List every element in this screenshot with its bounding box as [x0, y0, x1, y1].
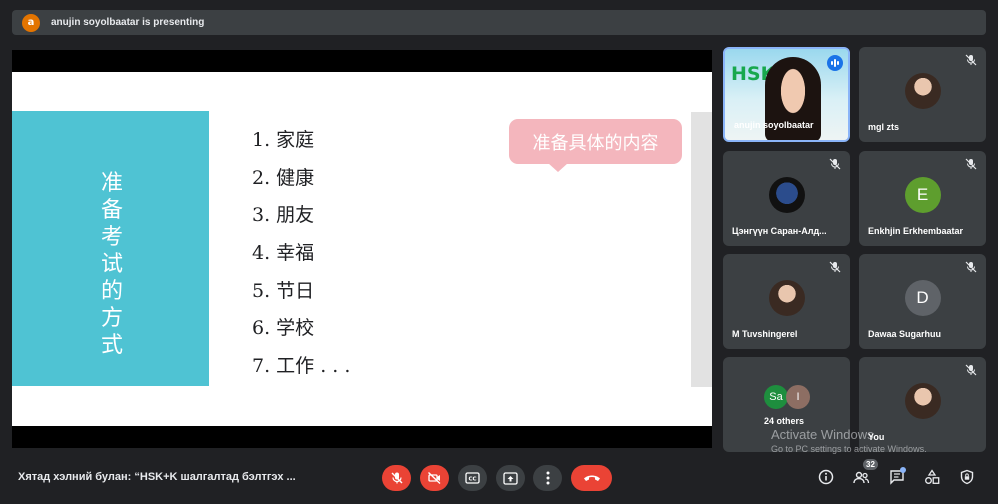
camera-toggle-button[interactable]	[420, 465, 449, 491]
leave-call-button[interactable]	[571, 465, 612, 491]
slide-vertical-title: 准备考试的方式	[100, 171, 123, 358]
slide-list-item: 3. 朋友	[252, 204, 315, 227]
participant-name: anujin soyolbaatar	[734, 120, 814, 130]
meeting-title: Хятад хэлний булан: “HSK+K шалгалтад бэл…	[18, 471, 296, 483]
mic-off-icon	[965, 54, 977, 66]
participant-avatar	[768, 176, 805, 213]
slide-side-panel	[691, 112, 712, 387]
participant-tile[interactable]: Цэнгүүн Саран-Алд...	[723, 151, 850, 246]
participant-tile-speaker[interactable]: HSK anujin soyolbaatar	[723, 47, 850, 142]
slide-list-item: 1. 家庭	[252, 129, 315, 151]
info-icon	[818, 469, 834, 485]
presentation-slide: 准备考试的方式 1. 家庭 2. 健康 3. 朋友 4. 幸福 5. 节日 6.…	[12, 72, 712, 426]
slide-list-item: 7. 工作 . . .	[252, 355, 351, 378]
mic-off-icon	[829, 261, 841, 273]
hang-up-icon	[583, 475, 600, 481]
svg-text:CC: CC	[468, 477, 476, 483]
participant-name: mgl zts	[868, 122, 900, 132]
microphone-toggle-button[interactable]	[382, 465, 411, 491]
mic-off-icon	[965, 364, 977, 376]
speaking-indicator-icon	[827, 55, 843, 71]
camera-off-icon	[428, 471, 441, 485]
participant-avatar: I	[786, 385, 810, 409]
participant-avatar	[904, 72, 941, 109]
captions-icon: CC	[465, 472, 480, 484]
mic-off-icon	[829, 158, 841, 170]
participant-name: Цэнгүүн Саран-Алд...	[732, 226, 827, 236]
mic-off-icon	[391, 472, 402, 484]
participant-tile[interactable]: D Dawaa Sugarhuu	[859, 254, 986, 349]
meeting-control-bar: Хятад хэлний булан: “HSK+K шалгалтад бэл…	[0, 452, 998, 504]
participant-avatar: Sa	[764, 385, 788, 409]
present-screen-icon	[503, 471, 518, 485]
watermark-title: Activate Windows	[771, 427, 874, 442]
captions-button[interactable]: CC	[458, 465, 487, 491]
participant-tile[interactable]: E Enkhjin Erkhembaatar	[859, 151, 986, 246]
presenter-avatar: a	[22, 13, 40, 32]
participant-name: M Tuvshingerel	[732, 329, 798, 339]
present-now-button[interactable]	[496, 465, 525, 491]
more-vert-icon	[546, 471, 549, 485]
meeting-details-button[interactable]	[817, 468, 835, 486]
mic-off-icon	[965, 261, 977, 273]
others-count: 24 others	[764, 416, 805, 426]
participant-tile[interactable]: mgl zts	[859, 47, 986, 142]
chat-notification-dot	[900, 467, 906, 473]
participant-avatar	[904, 382, 941, 419]
presenting-banner: a anujin soyolbaatar is presenting	[12, 10, 986, 35]
slide-list-item: 2. 健康	[252, 166, 315, 189]
participant-avatar: E	[904, 176, 941, 213]
participant-name: Dawaa Sugarhuu	[868, 329, 942, 339]
slide-list-item: 6. 学校	[252, 317, 315, 340]
shared-screen: 准备考试的方式 1. 家庭 2. 健康 3. 朋友 4. 幸福 5. 节日 6.…	[12, 50, 712, 448]
activate-windows-watermark: Activate Windows Go to PC settings to ac…	[771, 427, 927, 454]
people-button[interactable]	[852, 468, 870, 486]
people-icon	[853, 471, 870, 484]
participant-tile[interactable]: M Tuvshingerel	[723, 254, 850, 349]
participant-name: Enkhjin Erkhembaatar	[868, 226, 964, 236]
others-avatars: Sa I	[764, 385, 810, 409]
slide-callout: 准备具体的内容	[509, 119, 682, 172]
slide-list-item: 4. 幸福	[252, 242, 315, 265]
participant-avatar: D	[904, 279, 941, 316]
host-controls-button[interactable]	[958, 468, 976, 486]
activities-icon	[925, 469, 940, 484]
presenting-text: anujin soyolbaatar is presenting	[51, 17, 205, 28]
activities-button[interactable]	[923, 468, 941, 486]
slide-topic-list: 1. 家庭 2. 健康 3. 朋友 4. 幸福 5. 节日 6. 学校 7. 工…	[252, 127, 350, 391]
slide-list-item: 5. 节日	[252, 279, 315, 302]
shield-lock-icon	[960, 469, 974, 485]
participant-avatar	[768, 279, 805, 316]
mic-off-icon	[965, 158, 977, 170]
participant-count-badge: 32	[863, 459, 878, 470]
more-options-button[interactable]	[533, 465, 562, 491]
